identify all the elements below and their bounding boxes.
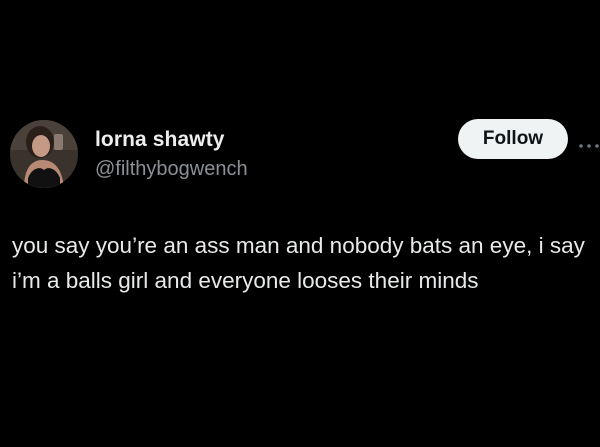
- username-handle[interactable]: @filthybogwench: [95, 158, 248, 181]
- avatar-image: [10, 120, 78, 188]
- display-name[interactable]: lorna shawty: [95, 128, 225, 152]
- follow-button[interactable]: Follow: [458, 119, 568, 159]
- more-dots-icon[interactable]: [578, 136, 600, 148]
- tweet-card: lorna shawty @filthybogwench Follow you …: [0, 0, 600, 447]
- avatar[interactable]: [10, 120, 78, 188]
- tweet-text: you say you’re an ass man and nobody bat…: [12, 233, 592, 293]
